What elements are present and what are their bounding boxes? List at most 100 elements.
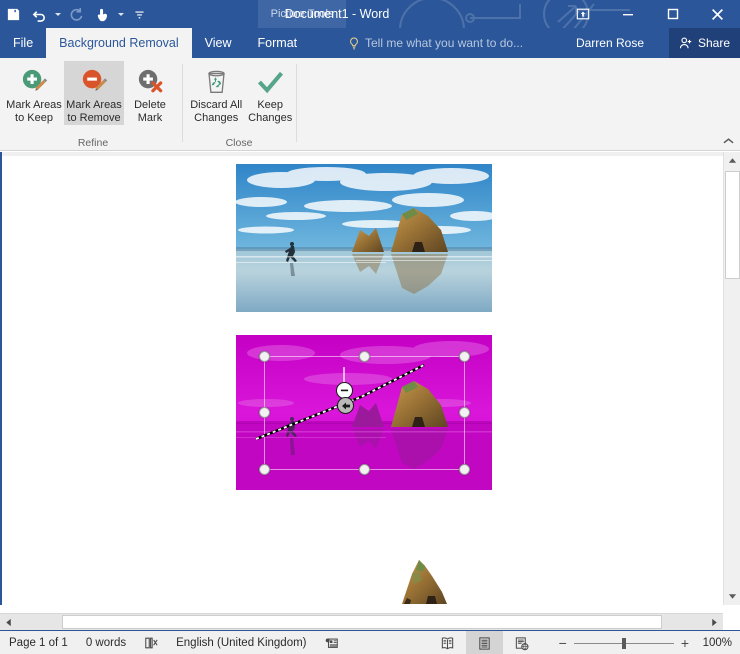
document-canvas[interactable]	[0, 152, 740, 605]
arrow-left-icon	[341, 402, 350, 409]
horizontal-scrollbar[interactable]	[0, 613, 723, 630]
document-page[interactable]	[2, 156, 724, 605]
zoom-slider-track[interactable]	[573, 637, 674, 649]
vertical-scroll-thumb[interactable]	[725, 171, 740, 279]
proofing-errors-icon[interactable]	[135, 631, 167, 654]
ribbon-group-refine-label: Refine	[77, 137, 109, 149]
resize-handle-top-center[interactable]	[359, 351, 370, 362]
language-indicator[interactable]: English (United Kingdom)	[167, 631, 315, 654]
resize-handle-bottom-left[interactable]	[259, 464, 270, 475]
recycle-bin-icon	[202, 65, 231, 99]
group-separator-2	[296, 64, 297, 142]
save-icon[interactable]	[0, 1, 26, 27]
contextual-tools-label: Picture Tools	[270, 8, 334, 20]
discard-all-changes-button[interactable]: Discard All Changes	[186, 61, 246, 125]
keep-changes-line1: Keep	[257, 99, 284, 111]
tab-format-label: Format	[257, 36, 298, 50]
horizontal-scroll-thumb[interactable]	[62, 615, 662, 629]
mark-areas-to-keep-button[interactable]: Mark Areas to Keep	[4, 61, 64, 125]
vertical-scrollbar[interactable]	[723, 152, 740, 605]
zoom-slider-thumb[interactable]	[621, 637, 626, 649]
account-name-label: Darren Rose	[575, 36, 644, 50]
tab-view[interactable]: View	[192, 28, 245, 58]
minus-pencil-icon	[79, 65, 110, 99]
language-label: English (United Kingdom)	[176, 636, 307, 649]
ribbon-tab-bar: File Background Removal View Format Tell…	[0, 28, 740, 58]
tell-me-placeholder: Tell me what you want to do...	[365, 36, 524, 50]
discard-all-changes-line2: Changes	[194, 112, 239, 124]
delete-mark-line2: Mark	[137, 112, 163, 124]
resize-handle-bottom-center[interactable]	[359, 464, 370, 475]
scroll-down-arrow[interactable]	[724, 588, 740, 605]
zoom-out-button[interactable]: −	[559, 635, 567, 651]
mark-areas-to-keep-line1: Mark Areas	[6, 99, 62, 111]
checkmark-icon	[256, 65, 285, 99]
resize-handle-bottom-right[interactable]	[459, 464, 470, 475]
quick-access-toolbar	[0, 0, 152, 28]
keep-changes-button[interactable]: Keep Changes	[246, 61, 294, 125]
status-bar: Page 1 of 1 0 words English (United King…	[0, 630, 740, 654]
mark-areas-to-remove-line2: to Remove	[67, 112, 121, 124]
minimize-icon[interactable]	[605, 0, 650, 28]
window-controls	[560, 0, 740, 28]
customize-qat-icon[interactable]	[126, 1, 152, 27]
tab-list: File Background Removal View Format	[0, 28, 310, 58]
resize-handle-middle-right[interactable]	[459, 407, 470, 418]
original-beach-photo[interactable]	[236, 164, 492, 312]
page-indicator[interactable]: Page 1 of 1	[0, 631, 77, 654]
plus-pencil-icon	[19, 65, 50, 99]
chevron-up-icon[interactable]	[720, 134, 736, 148]
resize-handle-middle-left[interactable]	[259, 407, 270, 418]
account-name[interactable]: Darren Rose	[576, 28, 644, 58]
mark-cursor-marker[interactable]	[337, 397, 354, 414]
word-count-label: 0 words	[85, 636, 127, 649]
lightbulb-icon	[350, 37, 358, 49]
delete-mark-icon	[135, 65, 166, 99]
word-count[interactable]: 0 words	[77, 631, 135, 654]
tab-background-removal-label: Background Removal	[59, 36, 179, 50]
tab-file-label: File	[13, 36, 34, 50]
scroll-left-arrow[interactable]	[0, 614, 17, 630]
keep-changes-line2: Changes	[248, 112, 293, 124]
touch-mouse-mode-icon[interactable]	[89, 1, 115, 27]
scroll-up-arrow[interactable]	[724, 152, 740, 169]
resize-handle-top-left[interactable]	[259, 351, 270, 362]
background-removal-preview[interactable]	[235, 334, 493, 491]
zoom-in-button[interactable]: +	[681, 635, 689, 651]
mark-areas-to-keep-line2: to Keep	[15, 112, 53, 124]
tab-file[interactable]: File	[0, 28, 46, 58]
zoom-level-label[interactable]: 100%	[696, 637, 732, 649]
web-layout-button[interactable]	[503, 631, 540, 654]
zoom-controls: − + 100%	[559, 631, 732, 654]
redo-icon	[63, 1, 89, 27]
result-cutout-image[interactable]	[392, 554, 454, 606]
page-indicator-label: Page 1 of 1	[9, 636, 68, 649]
ribbon-group-close-label: Close	[225, 137, 253, 149]
macro-record-icon[interactable]	[316, 631, 348, 654]
tab-view-label: View	[204, 36, 232, 50]
undo-icon[interactable]	[26, 1, 52, 27]
mark-areas-to-remove-button[interactable]: Mark Areas to Remove	[64, 61, 124, 125]
mark-areas-to-remove-line1: Mark Areas	[66, 99, 122, 111]
tab-background-removal[interactable]: Background Removal	[46, 28, 192, 58]
scroll-right-arrow[interactable]	[706, 614, 723, 630]
share-label: Share	[697, 36, 730, 50]
tell-me-search[interactable]: Tell me what you want to do...	[348, 28, 523, 58]
maximize-icon[interactable]	[650, 0, 695, 28]
delete-mark-line1: Delete	[134, 99, 166, 111]
undo-dropdown-icon[interactable]	[52, 1, 63, 27]
touch-mode-dropdown-icon[interactable]	[115, 1, 126, 27]
share-person-icon	[679, 37, 692, 49]
close-icon[interactable]	[695, 0, 740, 28]
ribbon-group-close: Discard All Changes Keep Changes Close	[186, 58, 294, 151]
delete-mark-button[interactable]: Delete Mark	[124, 61, 176, 125]
view-buttons	[429, 631, 540, 654]
discard-all-changes-line1: Discard All	[190, 99, 243, 111]
ribbon-display-options-icon[interactable]	[560, 0, 605, 28]
resize-handle-top-right[interactable]	[459, 351, 470, 362]
print-layout-button[interactable]	[466, 631, 503, 654]
ribbon: Mark Areas to Keep Mark Areas to Remove	[0, 58, 740, 151]
share-button[interactable]: Share	[668, 28, 740, 58]
read-mode-button[interactable]	[429, 631, 466, 654]
tab-format[interactable]: Format	[245, 28, 311, 58]
